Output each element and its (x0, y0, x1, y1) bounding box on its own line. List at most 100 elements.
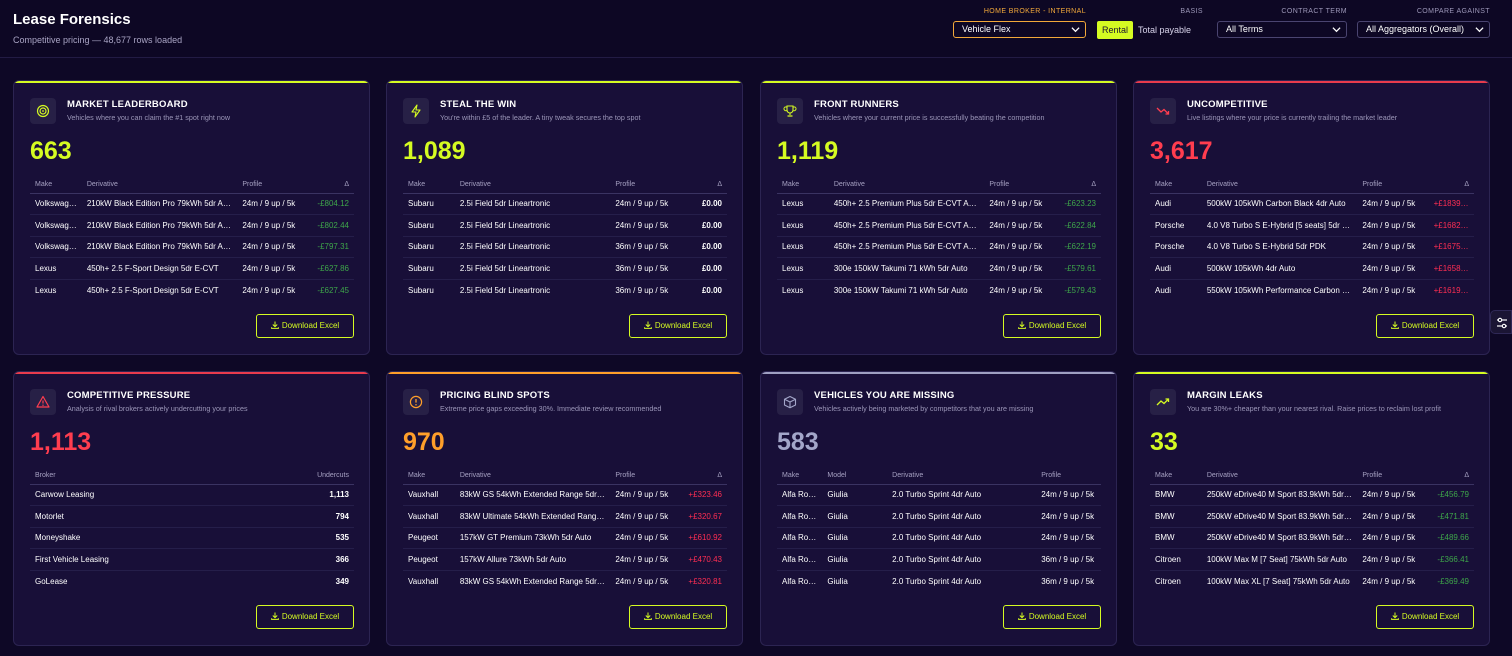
column-header[interactable]: Profile (610, 176, 682, 194)
table-row[interactable]: Motorlet 794 (30, 505, 354, 528)
table-row[interactable]: Lexus 300e 150kW Takumi 71 kWh 5dr Auto 24… (777, 279, 1101, 301)
card-icon-box (30, 98, 56, 124)
table-row[interactable]: Alfa Romeo Giulia 2.0 Turbo Sprint 4dr Aut… (777, 505, 1101, 528)
column-header[interactable]: Profile (984, 176, 1056, 194)
column-header[interactable]: Make (403, 467, 455, 485)
column-header[interactable]: Profile (237, 176, 309, 194)
table-cell: £0.00 (701, 285, 722, 295)
download-excel-button[interactable]: Download Excel (629, 314, 727, 338)
table-cell: 24m / 9 up / 5k (610, 214, 682, 237)
table-row[interactable]: BMW 250kW eDrive40 M Sport 83.9kWh 5dr Au… (1150, 484, 1474, 506)
table-row[interactable]: Subaru 2.5i Field 5dr Lineartronic 36m / 9… (403, 236, 727, 258)
column-header[interactable]: Make (403, 176, 455, 194)
download-excel-button[interactable]: Download Excel (629, 605, 727, 629)
column-header[interactable]: Δ (1428, 176, 1474, 194)
column-header[interactable]: Make (777, 467, 823, 485)
table-row[interactable]: Subaru 2.5i Field 5dr Lineartronic 24m / 9… (403, 214, 727, 237)
table-row[interactable]: Lexus 450h+ 2.5 F-Sport Design 5dr E-CVT 2… (30, 279, 354, 301)
column-header[interactable]: Make (777, 176, 829, 194)
table-row[interactable]: Subaru 2.5i Field 5dr Lineartronic 36m / 9… (403, 279, 727, 301)
card-accent-bar (761, 372, 1116, 374)
table-cell: Lexus (777, 236, 829, 258)
basis-option-rental[interactable]: Rental (1097, 21, 1134, 39)
table-row[interactable]: GoLease 349 (30, 570, 354, 592)
download-excel-button[interactable]: Download Excel (1376, 605, 1474, 629)
table-row[interactable]: Volkswagen 210kW Black Edition Pro 79kWh … (30, 236, 354, 258)
table-row[interactable]: Citroen 100kW Max XL [7 Seat] 75kWh 5dr A… (1150, 570, 1474, 592)
table-row[interactable]: Audi 550kW 105kWh Performance Carbon Blac… (1150, 279, 1474, 301)
table-cell: 450h+ 2.5 Premium Plus 5dr E-CVT Auto (828, 193, 985, 215)
table-row[interactable]: Carwow Leasing 1,113 (30, 484, 354, 506)
contract-term-select[interactable]: All Terms (1217, 21, 1347, 38)
download-excel-button[interactable]: Download Excel (1003, 314, 1101, 338)
table-row[interactable]: Alfa Romeo Giulia 2.0 Turbo Sprint 4dr Aut… (777, 570, 1101, 592)
table-row[interactable]: Porsche 4.0 V8 Turbo S E-Hybrid 5dr PDK 24… (1150, 236, 1474, 258)
column-header[interactable]: Derivative (1201, 176, 1358, 194)
column-header[interactable]: Derivative (454, 467, 611, 485)
card-title: MARKET LEADERBOARD (67, 99, 188, 110)
table-row[interactable]: Lexus 300e 150kW Takumi 71 kWh 5dr Auto 24… (777, 257, 1101, 280)
table-row[interactable]: Lexus 450h+ 2.5 Premium Plus 5dr E-CVT Au… (777, 193, 1101, 215)
table-row[interactable]: Audi 500kW 105kWh Carbon Black 4dr Auto 24… (1150, 193, 1474, 215)
card-description: Live listings where your price is curren… (1187, 113, 1398, 122)
table-cell: -£627.86 (308, 257, 354, 280)
column-header[interactable]: Make (1150, 176, 1202, 194)
table-row[interactable]: Porsche 4.0 V8 Turbo S E-Hybrid [5 seats]… (1150, 214, 1474, 237)
download-excel-button[interactable]: Download Excel (256, 314, 354, 338)
table-row[interactable]: Volkswagen 210kW Black Edition Pro 79kWh … (30, 214, 354, 237)
column-header[interactable]: Δ (1428, 467, 1474, 485)
table-row[interactable]: Lexus 450h+ 2.5 Premium Plus 5dr E-CVT Au… (777, 236, 1101, 258)
table-cell: -£797.31 (308, 236, 354, 258)
compare-against-select[interactable]: All Aggregators (Overall) (1357, 21, 1490, 38)
table-row[interactable]: BMW 250kW eDrive40 M Sport 83.9kWh 5dr Au… (1150, 527, 1474, 549)
table-row[interactable]: Peugeot 157kW Allure 73kWh 5dr Auto 24m / … (403, 548, 727, 571)
column-header[interactable]: Profile (610, 467, 682, 485)
table-row[interactable]: Subaru 2.5i Field 5dr Lineartronic 36m / 9… (403, 257, 727, 280)
table-row[interactable]: BMW 250kW eDrive40 M Sport 83.9kWh 5dr Au… (1150, 505, 1474, 528)
home-broker-select[interactable]: Vehicle Flex (953, 21, 1086, 38)
column-header[interactable]: Δ (681, 176, 727, 194)
column-header[interactable]: Broker (30, 467, 257, 485)
table-row[interactable]: Alfa Romeo Giulia 2.0 Turbo Sprint 4dr Aut… (777, 527, 1101, 549)
column-header[interactable]: Derivative (81, 176, 238, 194)
column-header[interactable]: Δ (681, 467, 727, 485)
column-header[interactable]: Δ (308, 176, 354, 194)
table-row[interactable]: Vauxhall 83kW Ultimate 54kWh Extended Ran… (403, 505, 727, 528)
table-cell: 500kW 105kWh Carbon Black 4dr Auto (1201, 193, 1358, 215)
download-excel-button[interactable]: Download Excel (256, 605, 354, 629)
download-excel-button[interactable]: Download Excel (1376, 314, 1474, 338)
table-row[interactable]: Vauxhall 83kW GS 54kWh Extended Range 5dr… (403, 570, 727, 592)
column-header[interactable]: Derivative (828, 176, 985, 194)
table-row[interactable]: Alfa Romeo Giulia 2.0 Turbo Sprint 4dr Aut… (777, 484, 1101, 506)
table-row[interactable]: Peugeot 157kW GT Premium 73kWh 5dr Auto 24… (403, 527, 727, 549)
table-cell: 24m / 9 up / 5k (237, 214, 309, 237)
contract-term-value: All Terms (1226, 24, 1263, 34)
table-row[interactable]: Volkswagen 210kW Black Edition Pro 79kWh … (30, 193, 354, 215)
basis-option-total-payable[interactable]: Total payable (1133, 21, 1196, 39)
table-row[interactable]: Citroen 100kW Max M [7 Seat] 75kWh 5dr Au… (1150, 548, 1474, 571)
basis-label: BASIS (1180, 8, 1203, 15)
contract-term-label: CONTRACT TERM (1281, 8, 1347, 15)
table-row[interactable]: Vauxhall 83kW GS 54kWh Extended Range 5dr… (403, 484, 727, 506)
column-header[interactable]: Make (1150, 467, 1202, 485)
column-header[interactable]: Derivative (454, 176, 611, 194)
table-cell: 36m / 9 up / 5k (1036, 548, 1101, 571)
column-header[interactable]: Profile (1357, 176, 1429, 194)
column-header[interactable]: Make (30, 176, 82, 194)
column-header[interactable]: Derivative (887, 467, 1037, 485)
column-header[interactable]: Derivative (1201, 467, 1358, 485)
table-row[interactable]: Lexus 450h+ 2.5 Premium Plus 5dr E-CVT Au… (777, 214, 1101, 237)
download-excel-button[interactable]: Download Excel (1003, 605, 1101, 629)
column-header[interactable]: Undercuts (256, 467, 354, 485)
column-header[interactable]: Model (822, 467, 888, 485)
table-row[interactable]: Audi 500kW 105kWh 4dr Auto 24m / 9 up / 5k… (1150, 257, 1474, 280)
column-header[interactable]: Profile (1036, 467, 1101, 485)
column-header[interactable]: Δ (1055, 176, 1101, 194)
table-row[interactable]: Moneyshake 535 (30, 527, 354, 549)
table-row[interactable]: Subaru 2.5i Field 5dr Lineartronic 24m / 9… (403, 193, 727, 215)
table-row[interactable]: First Vehicle Leasing 366 (30, 548, 354, 571)
table-row[interactable]: Alfa Romeo Giulia 2.0 Turbo Sprint 4dr Aut… (777, 548, 1101, 571)
settings-drawer-tab[interactable] (1490, 310, 1512, 334)
column-header[interactable]: Profile (1357, 467, 1429, 485)
table-row[interactable]: Lexus 450h+ 2.5 F-Sport Design 5dr E-CVT 2… (30, 257, 354, 280)
